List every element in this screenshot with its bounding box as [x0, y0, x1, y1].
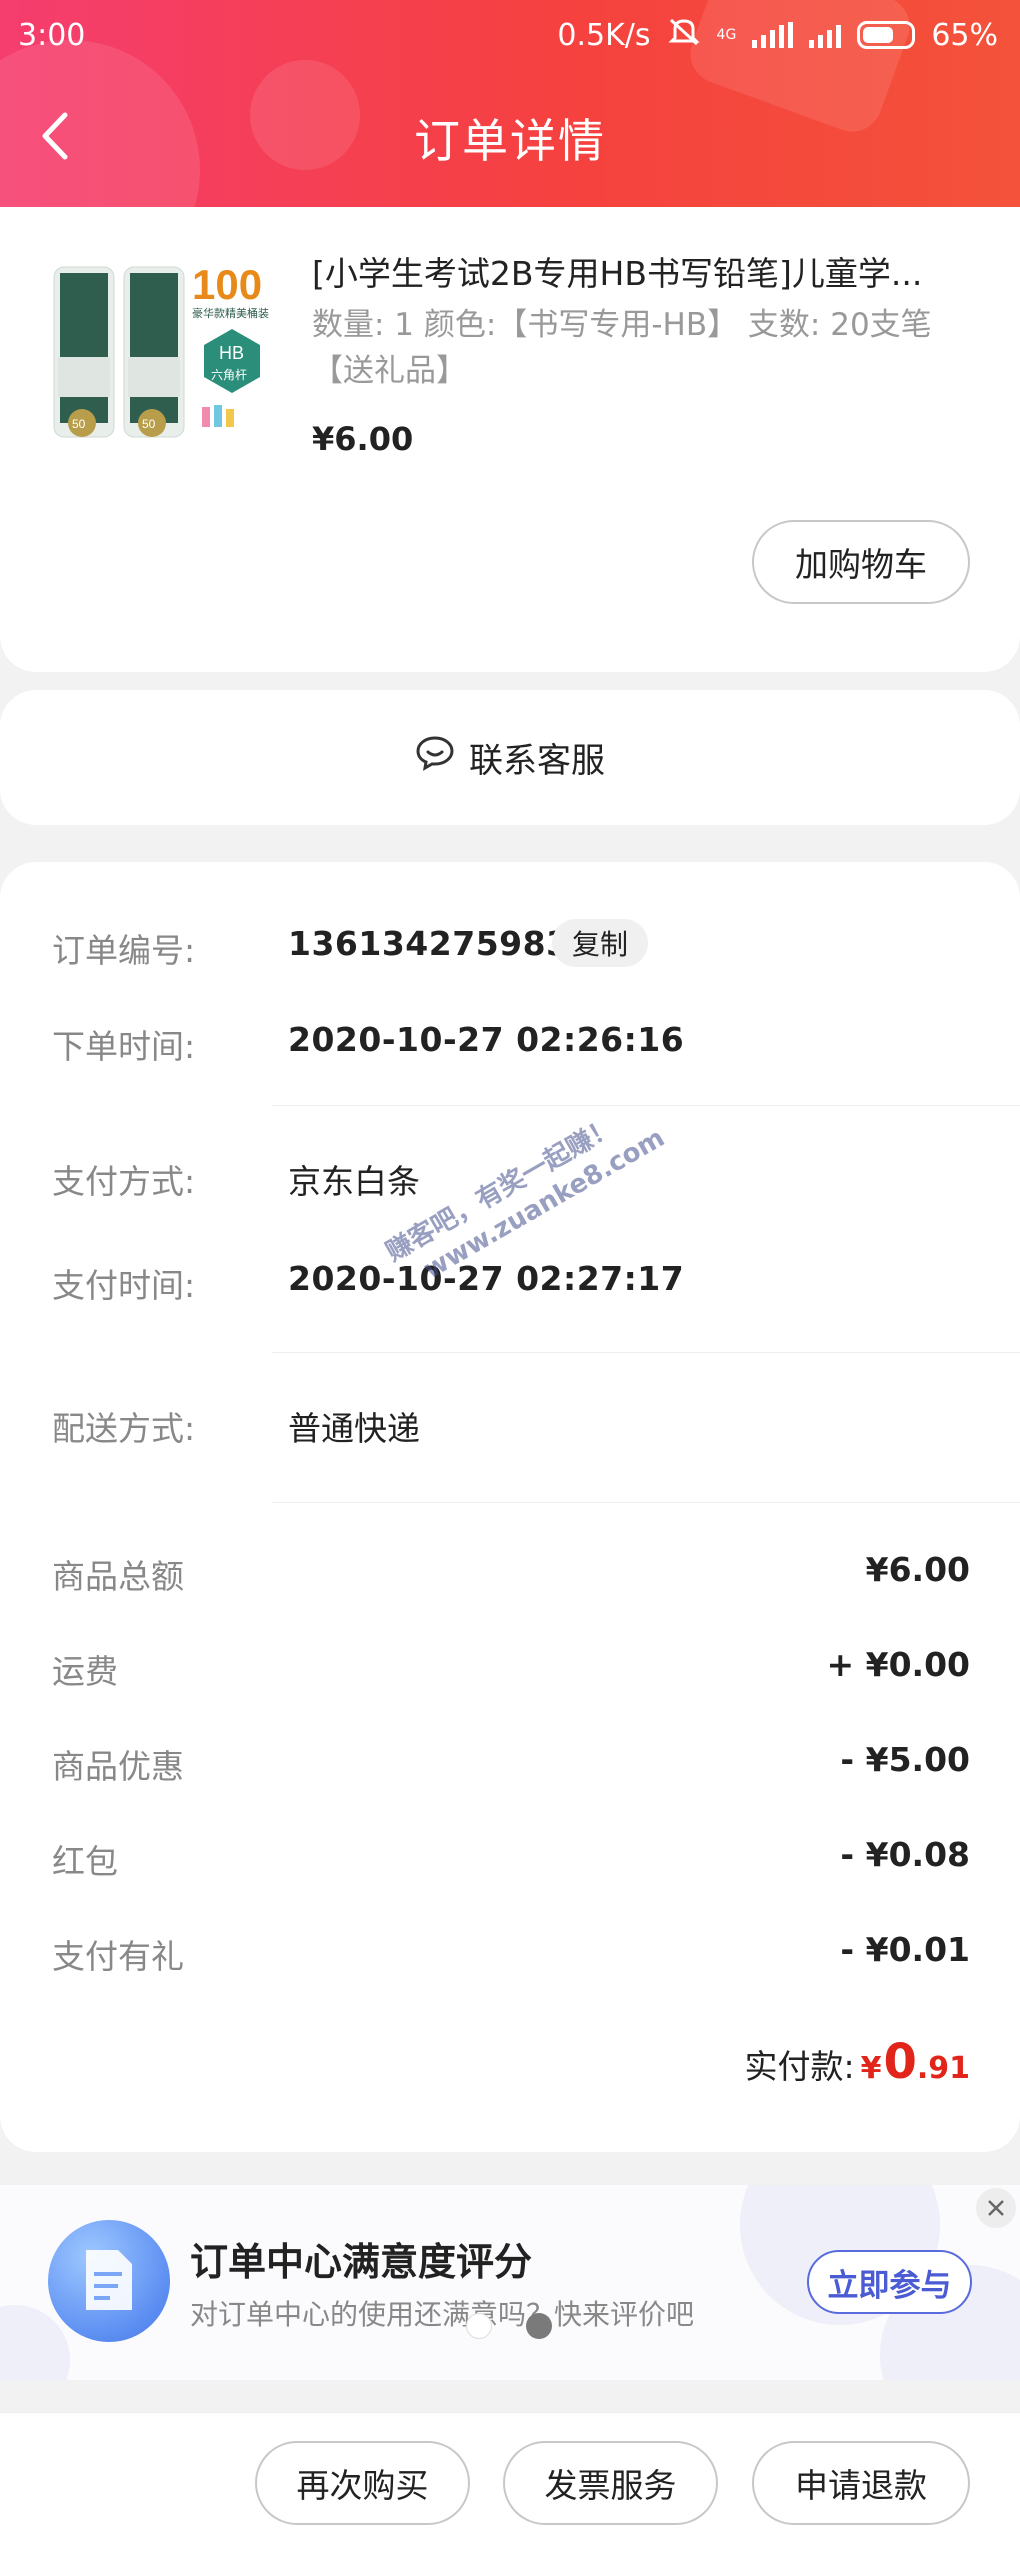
- amount-value-shipping: + ¥0.00: [826, 1645, 970, 1684]
- divider: [272, 1502, 1020, 1503]
- amount-value-total: ¥6.00: [865, 1550, 970, 1589]
- status-icons: 0.5K/s 4G 65%: [557, 16, 998, 54]
- network-type: 4G: [716, 27, 737, 43]
- amount-value-redpacket: - ¥0.08: [840, 1835, 970, 1874]
- contact-card: 联系客服: [0, 690, 1020, 825]
- contact-service-button[interactable]: 联系客服: [0, 690, 1020, 825]
- contact-service-label: 联系客服: [469, 741, 605, 781]
- bottom-action-bar: 再次购买 发票服务 申请退款: [0, 2412, 1020, 2553]
- signal-icon-2: [809, 22, 842, 48]
- product-card: 100 豪华款精美桶装 HB 六角杆 50 50 [小学生考试2B专用HB书写铅…: [0, 207, 1020, 672]
- carousel-dot[interactable]: [466, 2313, 492, 2339]
- pay-method-label: 支付方式:: [52, 1162, 196, 1201]
- order-info-card: 订单编号: 136134275983 复制 下单时间: 2020-10-27 0…: [0, 862, 1020, 2152]
- survey-subtitle: 对订单中心的使用还满意吗？快来评价吧: [190, 2298, 695, 2331]
- survey-title: 订单中心满意度评分: [190, 2240, 533, 2284]
- order-no-label: 订单编号:: [52, 931, 196, 970]
- mute-icon: [667, 16, 701, 54]
- product-price: ¥6.00: [312, 420, 414, 458]
- order-no-value: 136134275983: [288, 924, 570, 963]
- pay-time-value: 2020-10-27 02:27:17: [288, 1259, 685, 1298]
- product-spec: 数量: 1 颜色:【书写专用-HB】 支数: 20支笔【送礼品】: [312, 307, 932, 389]
- product-image[interactable]: 100 豪华款精美桶装 HB 六角杆 50 50: [42, 247, 274, 457]
- invoice-button[interactable]: 发票服务: [503, 2441, 718, 2525]
- image-badge: 100: [192, 261, 262, 308]
- close-icon[interactable]: [976, 2188, 1016, 2228]
- paid-integer: 0: [883, 2034, 917, 2090]
- battery-icon: [857, 21, 916, 49]
- survey-document-icon: [48, 2220, 170, 2342]
- paid-currency: ¥: [860, 2051, 882, 2086]
- amount-label-paygift: 支付有礼: [52, 1937, 184, 1976]
- status-bar: 3:00 0.5K/s 4G 65%: [0, 0, 1020, 70]
- paid-label: 实付款:: [744, 2047, 855, 2086]
- order-time-value: 2020-10-27 02:26:16: [288, 1020, 685, 1059]
- rebuy-button[interactable]: 再次购买: [255, 2441, 470, 2525]
- pay-time-label: 支付时间:: [52, 1266, 196, 1305]
- copy-button[interactable]: 复制: [552, 919, 649, 967]
- add-to-cart-button[interactable]: 加购物车: [752, 520, 970, 604]
- amount-value-paygift: - ¥0.01: [840, 1930, 970, 1969]
- divider: [272, 1352, 1020, 1353]
- paid-amount: 实付款: ¥ 0 .91: [744, 2034, 970, 2090]
- paid-decimal: .91: [916, 2051, 970, 2086]
- signal-icon: [752, 22, 794, 48]
- page-title: 订单详情: [414, 114, 606, 168]
- image-count: 50: [142, 417, 156, 431]
- delivery-value: 普通快递: [288, 1409, 420, 1448]
- divider: [272, 1105, 1020, 1106]
- amount-value-discount: - ¥5.00: [840, 1740, 970, 1779]
- order-time-label: 下单时间:: [52, 1027, 196, 1066]
- image-count: 50: [72, 417, 86, 431]
- net-speed: 0.5K/s: [557, 17, 651, 53]
- refund-button[interactable]: 申请退款: [752, 2441, 970, 2525]
- image-hex-sub: 六角杆: [211, 368, 247, 382]
- image-badge-sub: 豪华款精美桶装: [192, 306, 269, 320]
- image-hex-label: HB: [219, 343, 244, 363]
- delivery-label: 配送方式:: [52, 1409, 196, 1448]
- amount-label-shipping: 运费: [52, 1652, 118, 1691]
- header-bar: 3:00 0.5K/s 4G 65% 订单详情: [0, 0, 1020, 207]
- chat-icon: [415, 735, 455, 780]
- amount-label-discount: 商品优惠: [52, 1747, 184, 1786]
- product-title[interactable]: [小学生考试2B专用HB书写铅笔]儿童学...: [312, 247, 992, 295]
- amount-label-total: 商品总额: [52, 1557, 184, 1596]
- carousel-dot-active[interactable]: [526, 2313, 552, 2339]
- survey-banner[interactable]: 订单中心满意度评分 对订单中心的使用还满意吗？快来评价吧 立即参与: [0, 2185, 1020, 2380]
- amount-label-redpacket: 红包: [52, 1842, 118, 1881]
- status-time: 3:00: [18, 17, 86, 53]
- pay-method-value: 京东白条: [288, 1162, 420, 1201]
- survey-join-button[interactable]: 立即参与: [807, 2250, 972, 2314]
- battery-level: 65%: [931, 17, 998, 53]
